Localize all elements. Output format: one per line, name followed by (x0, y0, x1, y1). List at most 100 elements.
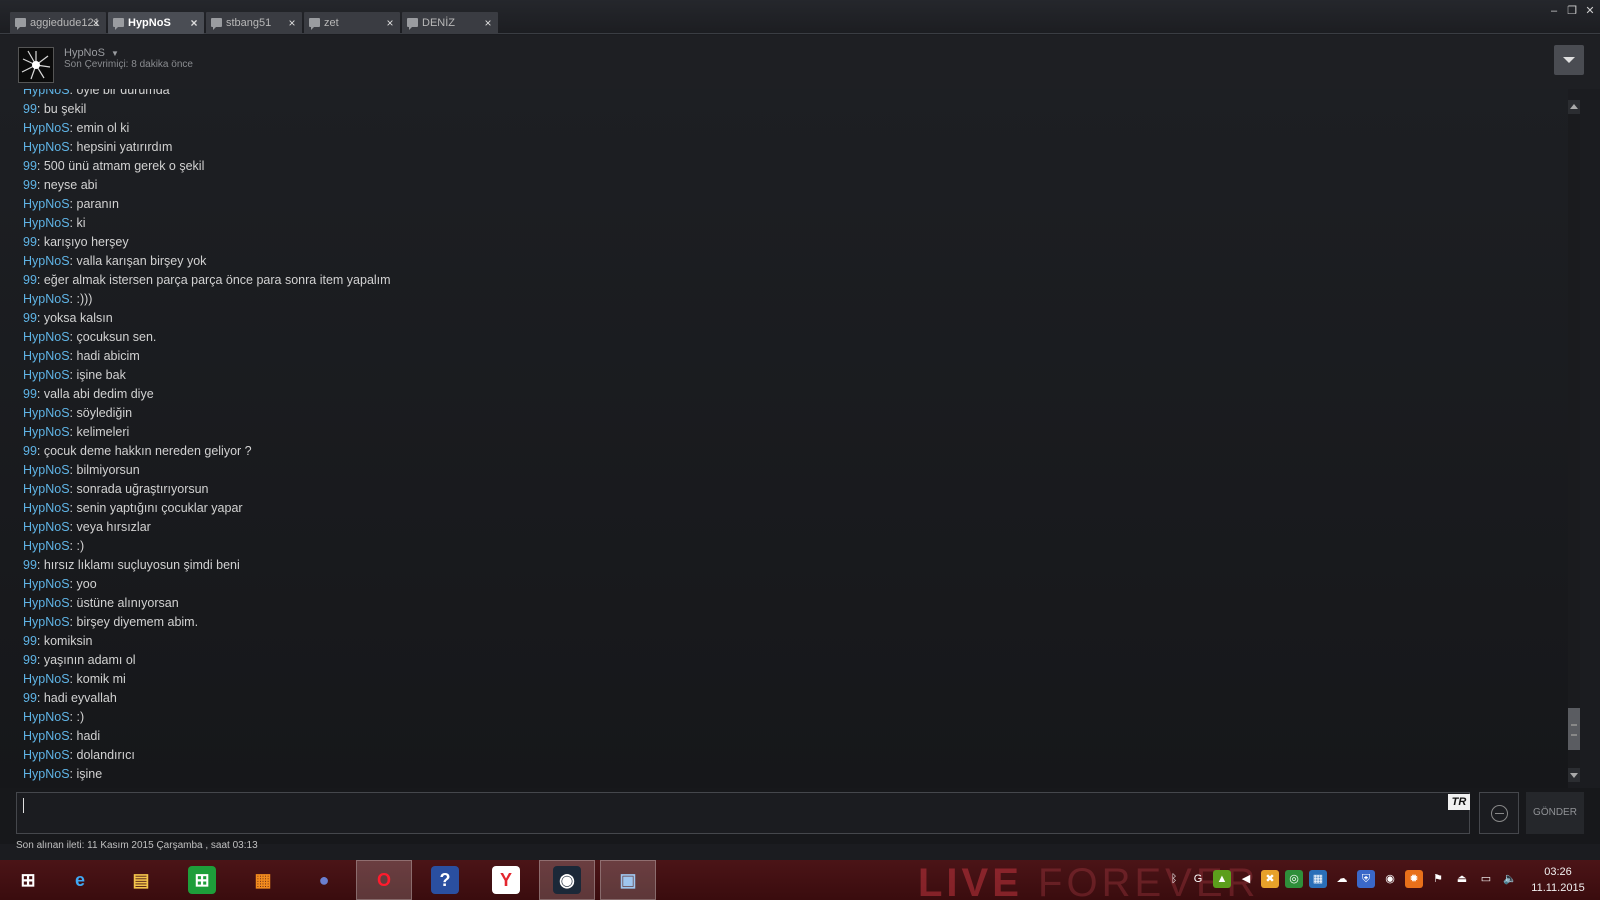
restore-button[interactable]: ❐ (1566, 4, 1578, 18)
chat-tab[interactable]: aggiedude121 × (10, 12, 106, 34)
message-sender[interactable]: 99 (23, 444, 37, 458)
steam-tray-icon[interactable]: ◉ (1381, 870, 1399, 888)
message-sender[interactable]: HypNoS (23, 330, 70, 344)
message-sender[interactable]: 99 (23, 102, 37, 116)
start-button[interactable]: ⊞ (0, 860, 56, 900)
windows-store-app[interactable]: ⊞ (174, 860, 230, 900)
chat-message: HypNoS: valla karışan birşey yok (23, 252, 391, 271)
friend-avatar[interactable] (18, 47, 54, 83)
steam-app[interactable]: ◉ (539, 860, 595, 900)
taskbar-clock[interactable]: 03:26 11.11.2015 (1520, 864, 1596, 896)
chat-header: HypNoS ▼ Son Çevrimiçi: 8 dakika önce (0, 35, 1600, 89)
send-button[interactable]: GÖNDER (1526, 792, 1584, 834)
message-sender[interactable]: HypNoS (23, 292, 70, 306)
close-tab-icon[interactable]: × (482, 16, 494, 30)
message-sender[interactable]: 99 (23, 159, 37, 173)
message-sender[interactable]: HypNoS (23, 577, 70, 591)
emoticon-button[interactable] (1479, 792, 1519, 834)
nvidia-icon[interactable]: ▲ (1213, 870, 1231, 888)
message-sender[interactable]: HypNoS (23, 140, 70, 154)
close-tab-icon[interactable]: × (286, 16, 298, 30)
speaker-muted-icon[interactable]: ◀ (1237, 870, 1255, 888)
avast-icon[interactable]: ✹ (1405, 870, 1423, 888)
message-sender[interactable]: 99 (23, 235, 37, 249)
chevron-down-icon[interactable]: ▼ (111, 49, 119, 58)
message-sender[interactable]: HypNoS (23, 216, 70, 230)
chat-tab[interactable]: zet × (304, 12, 400, 34)
message-sender[interactable]: 99 (23, 653, 37, 667)
close-tab-icon[interactable]: × (188, 16, 200, 30)
chat-scrollbar[interactable] (1568, 100, 1580, 782)
chat-tab[interactable]: HypNoS × (108, 12, 204, 34)
usb-icon[interactable]: ⏏ (1453, 870, 1471, 888)
g-hub-icon[interactable]: G (1189, 870, 1207, 888)
cloud-icon[interactable]: ☁ (1333, 870, 1351, 888)
chat-message: 99: yoksa kalsın (23, 309, 391, 328)
file-explorer-app[interactable]: ▤ (113, 860, 169, 900)
message-sender[interactable]: HypNoS (23, 368, 70, 382)
sender-separator: : (36, 653, 44, 667)
chat-message: HypNoS: :) (23, 537, 391, 556)
help-app[interactable]: ? (417, 860, 473, 900)
message-sender[interactable]: HypNoS (23, 520, 70, 534)
network-icon[interactable]: ▭ (1477, 870, 1495, 888)
chat-tab[interactable]: stbang51 × (206, 12, 302, 34)
chrome-icon[interactable]: ◎ (1285, 870, 1303, 888)
close-tab-icon[interactable]: × (384, 16, 396, 30)
yandex-app[interactable]: Y (478, 860, 534, 900)
scroll-up-button[interactable] (1568, 100, 1580, 114)
sender-separator: : (69, 482, 77, 496)
opera-app[interactable]: O (356, 860, 412, 900)
message-sender[interactable]: HypNoS (23, 596, 70, 610)
globe-app[interactable]: ● (296, 860, 352, 900)
message-sender[interactable]: HypNoS (23, 406, 70, 420)
bluetooth-icon[interactable]: ᛒ (1165, 870, 1183, 888)
message-sender[interactable]: 99 (23, 311, 37, 325)
message-sender[interactable]: 99 (23, 691, 37, 705)
antivirus-icon[interactable]: ✖ (1261, 870, 1279, 888)
sender-separator: : (36, 387, 44, 401)
message-sender[interactable]: HypNoS (23, 425, 70, 439)
message-sender[interactable]: HypNoS (23, 767, 70, 781)
photo-viewer-app[interactable]: ▣ (600, 860, 656, 900)
message-sender[interactable]: HypNoS (23, 482, 70, 496)
message-text: karışıyo herşey (43, 235, 129, 249)
message-sender[interactable]: HypNoS (23, 748, 70, 762)
message-sender[interactable]: HypNoS (23, 254, 70, 268)
message-sender[interactable]: HypNoS (23, 349, 70, 363)
message-input[interactable] (16, 792, 1470, 834)
message-sender[interactable]: HypNoS (23, 89, 70, 97)
message-sender[interactable]: HypNoS (23, 539, 70, 553)
minimize-button[interactable]: – (1548, 4, 1560, 18)
internet-explorer-app[interactable]: e (52, 860, 108, 900)
close-button[interactable]: ✕ (1584, 4, 1596, 18)
message-sender[interactable]: HypNoS (23, 672, 70, 686)
file-explorer-icon: ▤ (132, 869, 150, 890)
message-sender[interactable]: HypNoS (23, 710, 70, 724)
message-text: çocuksun sen. (76, 330, 157, 344)
volume-icon[interactable]: 🔈 (1501, 870, 1519, 888)
message-sender[interactable]: HypNoS (23, 729, 70, 743)
avatar-image (19, 48, 53, 82)
office-app[interactable]: ▦ (235, 860, 291, 900)
message-sender[interactable]: 99 (23, 273, 37, 287)
message-sender[interactable]: 99 (23, 634, 37, 648)
network-app-icon[interactable]: ▦ (1309, 870, 1327, 888)
message-sender[interactable]: HypNoS (23, 615, 70, 629)
message-text: işine bak (76, 368, 126, 382)
shield-icon[interactable]: ⛨ (1357, 870, 1375, 888)
message-sender[interactable]: 99 (23, 558, 37, 572)
close-tab-icon[interactable]: × (90, 16, 102, 30)
message-sender[interactable]: HypNoS (23, 501, 70, 515)
message-sender[interactable]: 99 (23, 178, 37, 192)
scroll-thumb[interactable] (1568, 708, 1580, 750)
chat-tab[interactable]: DENİZ × (402, 12, 498, 34)
scroll-down-button[interactable] (1568, 768, 1580, 782)
message-sender[interactable]: HypNoS (23, 463, 70, 477)
message-sender[interactable]: HypNoS (23, 197, 70, 211)
flag-icon[interactable]: ⚑ (1429, 870, 1447, 888)
friend-name[interactable]: HypNoS (64, 47, 105, 59)
chat-options-dropdown-button[interactable] (1554, 45, 1584, 75)
message-sender[interactable]: 99 (23, 387, 37, 401)
message-sender[interactable]: HypNoS (23, 121, 70, 135)
